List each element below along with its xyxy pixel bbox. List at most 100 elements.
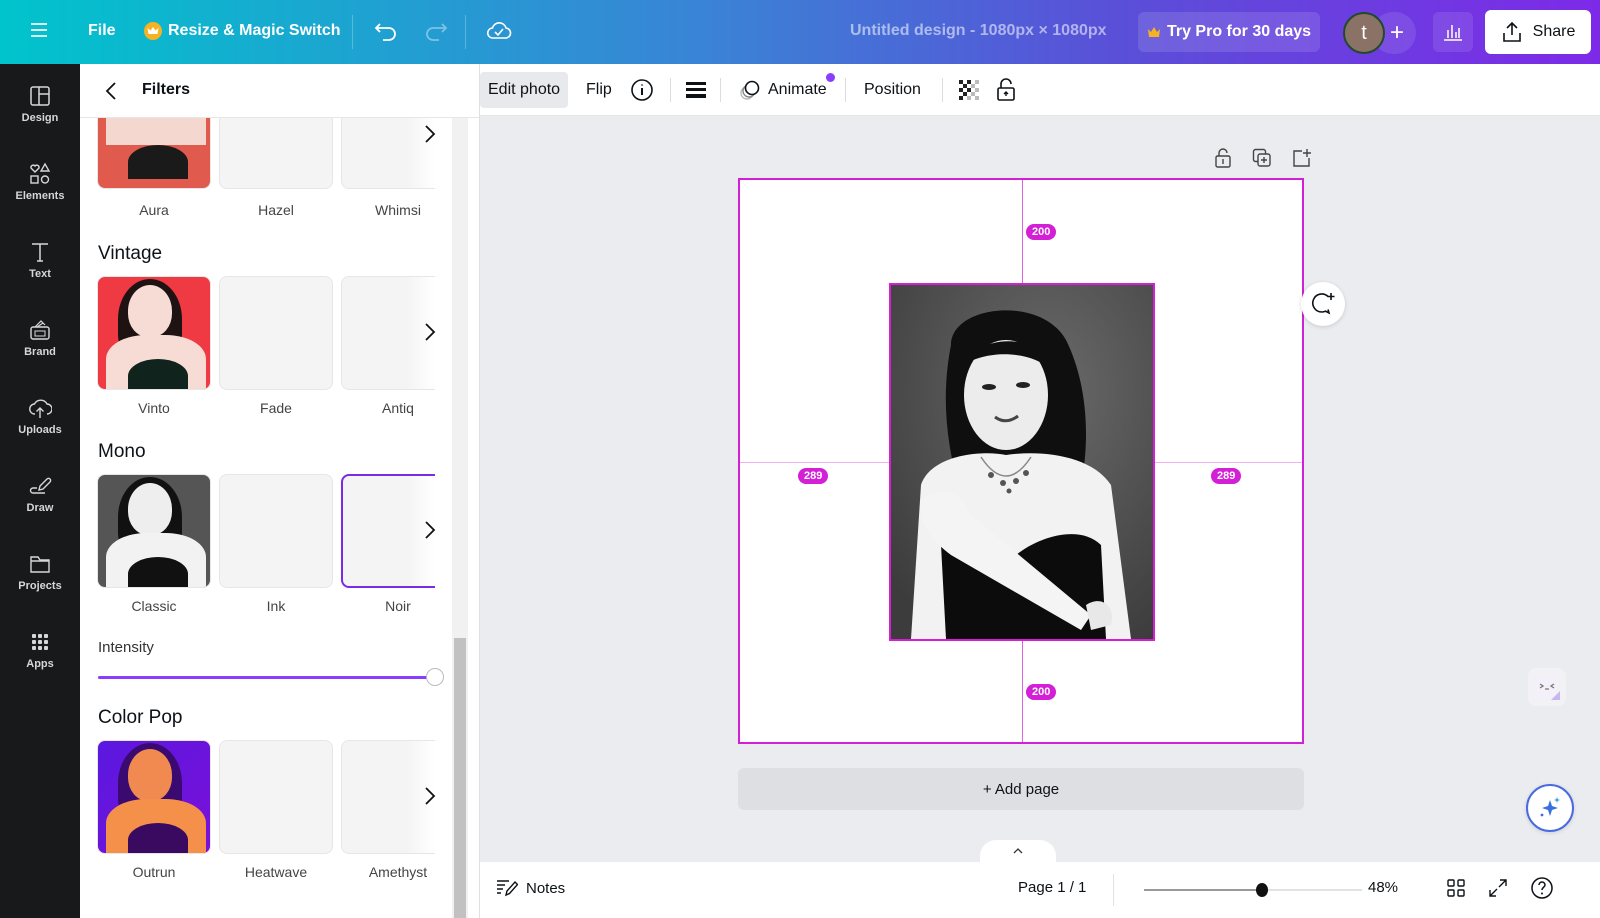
redo-button[interactable] bbox=[424, 20, 448, 42]
filters-panel: Filters Aura Hazel Whimsi Vintage Vinto … bbox=[80, 64, 480, 918]
filter-ink[interactable] bbox=[219, 474, 333, 588]
sidebar-label: Text bbox=[29, 268, 51, 280]
undo-button[interactable] bbox=[374, 20, 398, 42]
add-page-button[interactable]: + Add page bbox=[738, 768, 1304, 810]
zoom-percentage[interactable]: 48% bbox=[1368, 879, 1398, 896]
folder-icon bbox=[30, 556, 50, 573]
undo-icon bbox=[374, 23, 396, 41]
sidebar-item-projects[interactable]: Projects bbox=[0, 548, 80, 618]
filter-vinto[interactable] bbox=[97, 276, 211, 390]
assistant-button[interactable] bbox=[1528, 668, 1566, 706]
filter-classic[interactable] bbox=[97, 474, 211, 588]
sidebar-item-brand[interactable]: Brand bbox=[0, 314, 80, 384]
crown-icon bbox=[144, 22, 162, 40]
add-comment-button[interactable] bbox=[1301, 282, 1345, 326]
section-title-mono: Mono bbox=[98, 441, 146, 462]
plus-icon: + bbox=[1389, 19, 1404, 46]
cloud-upload-icon bbox=[29, 399, 52, 418]
edit-photo-button[interactable]: Edit photo bbox=[480, 72, 569, 108]
sidebar-item-apps[interactable]: Apps bbox=[0, 626, 80, 696]
resize-magic-switch-button[interactable]: Resize & Magic Switch bbox=[144, 22, 341, 40]
animate-label: Animate bbox=[768, 81, 827, 98]
lock-button[interactable] bbox=[988, 72, 1024, 108]
try-pro-button[interactable]: Try Pro for 30 days bbox=[1138, 12, 1320, 52]
context-toolbar: Edit photo Flip Animate Position bbox=[480, 64, 1600, 116]
filter-antiq[interactable] bbox=[341, 276, 435, 390]
filter-amethyst[interactable] bbox=[341, 740, 435, 854]
top-bar: File Resize & Magic Switch Untitled desi… bbox=[0, 0, 1600, 64]
insights-button[interactable] bbox=[1433, 12, 1473, 52]
layout-icon bbox=[30, 86, 50, 106]
duplicate-page-icon[interactable] bbox=[1252, 148, 1272, 168]
divider bbox=[845, 78, 846, 102]
design-page[interactable]: 200 200 289 289 bbox=[738, 178, 1304, 744]
filter-label: Antiq bbox=[382, 400, 414, 416]
panel-scrollbar[interactable] bbox=[452, 118, 468, 918]
filter-heatwave[interactable] bbox=[219, 740, 333, 854]
resize-label: Resize & Magic Switch bbox=[168, 22, 341, 39]
sidebar-item-draw[interactable]: Draw bbox=[0, 470, 80, 540]
scrollbar-thumb[interactable] bbox=[454, 638, 466, 918]
save-status-button[interactable] bbox=[486, 20, 512, 42]
position-button[interactable]: Position bbox=[856, 72, 929, 108]
user-avatar[interactable]: t bbox=[1343, 12, 1385, 54]
transparency-button[interactable] bbox=[950, 72, 988, 108]
spacing-guide-top bbox=[1022, 180, 1023, 283]
sidebar-item-design[interactable]: Design bbox=[0, 80, 80, 150]
filter-label: Fade bbox=[260, 400, 292, 416]
section-title-color-pop: Color Pop bbox=[98, 707, 183, 728]
grid-view-button[interactable] bbox=[1446, 878, 1466, 898]
brand-kit-icon bbox=[30, 320, 50, 340]
main-menu-button[interactable] bbox=[30, 22, 48, 38]
sidebar-item-text[interactable]: Text bbox=[0, 236, 80, 306]
scroll-right-arrow[interactable] bbox=[422, 124, 438, 144]
spacing-guide-bottom bbox=[1022, 641, 1023, 742]
design-title[interactable]: Untitled design - 1080px × 1080px bbox=[850, 22, 1107, 40]
intensity-slider-track[interactable] bbox=[98, 676, 434, 679]
draw-icon bbox=[29, 477, 52, 494]
sidebar-item-uploads[interactable]: Uploads bbox=[0, 392, 80, 462]
sidebar-item-elements[interactable]: Elements bbox=[0, 158, 80, 228]
filter-label: Noir bbox=[385, 598, 411, 614]
zoom-slider-fill bbox=[1144, 889, 1262, 891]
zoom-slider-thumb[interactable] bbox=[1256, 883, 1268, 897]
notes-icon bbox=[497, 880, 518, 897]
help-button[interactable] bbox=[1530, 876, 1554, 900]
spacing-badge-left: 289 bbox=[798, 468, 829, 484]
filter-outrun[interactable] bbox=[97, 740, 211, 854]
notes-button[interactable]: Notes bbox=[496, 879, 565, 897]
flip-button[interactable]: Flip bbox=[578, 72, 620, 108]
magic-assistant-button[interactable] bbox=[1526, 784, 1574, 832]
divider bbox=[670, 78, 671, 102]
filter-label: Aura bbox=[139, 202, 169, 218]
sidebar-label: Apps bbox=[26, 658, 54, 670]
selected-photo[interactable] bbox=[889, 283, 1155, 641]
page-tools bbox=[1214, 148, 1312, 168]
border-style-button[interactable] bbox=[677, 72, 715, 108]
lock-icon[interactable] bbox=[1214, 148, 1232, 168]
divider bbox=[352, 15, 353, 49]
page-indicator[interactable]: Page 1 / 1 bbox=[1018, 879, 1086, 896]
share-button[interactable]: Share bbox=[1485, 10, 1591, 54]
scroll-right-arrow[interactable] bbox=[422, 786, 438, 806]
scroll-right-arrow[interactable] bbox=[422, 520, 438, 540]
animate-button[interactable]: Animate bbox=[730, 72, 835, 108]
intensity-label: Intensity bbox=[98, 639, 154, 656]
filter-noir[interactable] bbox=[341, 474, 435, 588]
intensity-slider-thumb[interactable] bbox=[426, 668, 444, 686]
divider bbox=[1113, 874, 1114, 906]
file-menu-button[interactable]: File bbox=[88, 22, 116, 40]
try-pro-label: Try Pro for 30 days bbox=[1166, 23, 1312, 40]
scroll-right-arrow[interactable] bbox=[422, 322, 438, 342]
redo-icon bbox=[426, 23, 448, 41]
left-sidebar: Design Elements Text Brand Uploads Draw … bbox=[0, 64, 80, 918]
filter-label: Amethyst bbox=[368, 864, 428, 880]
add-page-icon[interactable] bbox=[1292, 148, 1312, 168]
zoom-slider[interactable] bbox=[1144, 883, 1362, 897]
filter-fade[interactable] bbox=[219, 276, 333, 390]
info-button[interactable] bbox=[622, 72, 662, 108]
fullscreen-button[interactable] bbox=[1488, 878, 1508, 898]
back-button[interactable] bbox=[102, 80, 122, 102]
expand-pages-button[interactable] bbox=[980, 840, 1056, 862]
filter-label: Vinto bbox=[138, 400, 170, 416]
